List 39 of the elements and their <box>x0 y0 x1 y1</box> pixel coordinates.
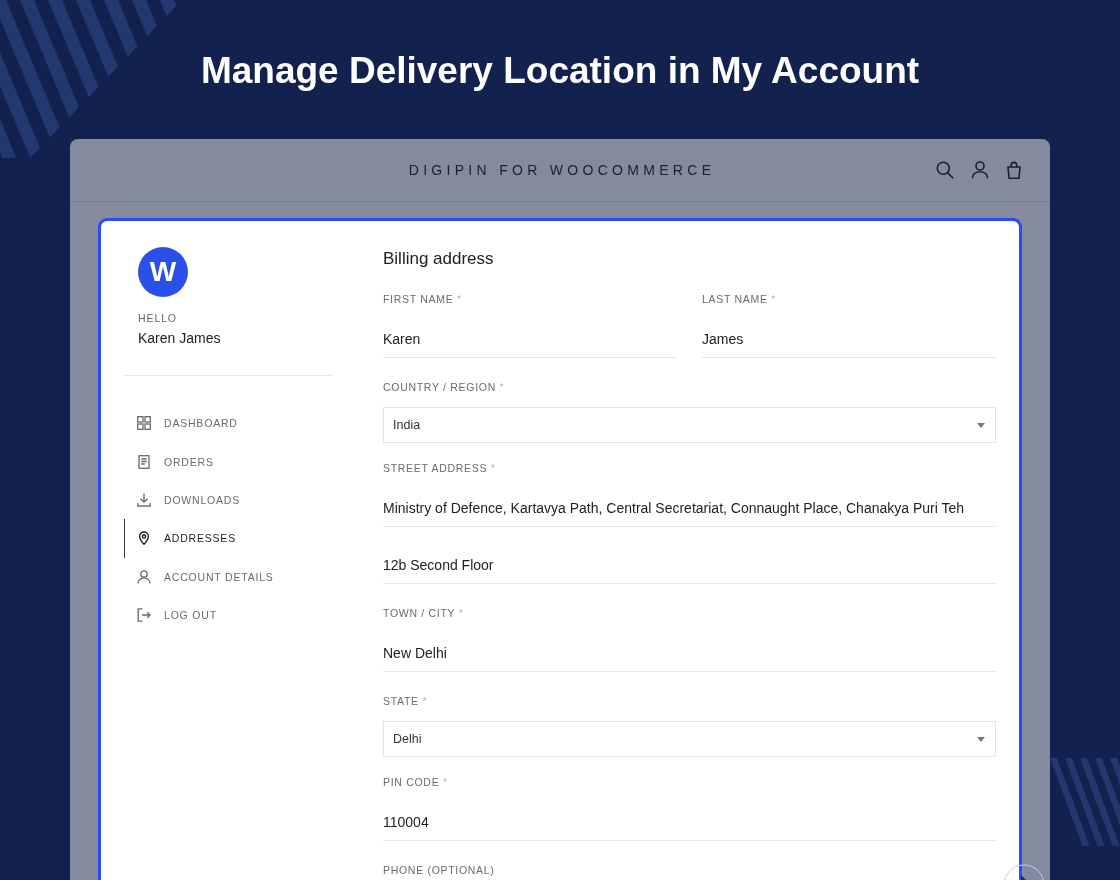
text-field[interactable]: New Delhi <box>383 634 996 672</box>
text-field[interactable]: 110004 <box>383 803 996 841</box>
location-pin-icon <box>137 531 151 546</box>
user-name: Karen James <box>138 329 221 347</box>
nav-item[interactable]: DASHBOARD <box>124 404 333 443</box>
field-label: PHONE (OPTIONAL) <box>383 863 496 877</box>
user-icon[interactable] <box>971 161 989 179</box>
logo-avatar: W <box>138 247 188 297</box>
dropdown-field[interactable]: Delhi <box>383 721 996 757</box>
dropdown-field[interactable]: India <box>383 407 996 443</box>
field-label: FIRST NAME * <box>383 292 463 306</box>
page-heading: Manage Delivery Location in My Account <box>200 50 920 91</box>
text-field[interactable]: 12b Second Floor <box>383 546 996 584</box>
site-title[interactable]: DIGIPIN FOR WOOCOMMERCE <box>404 162 716 178</box>
caret-icon <box>977 736 985 742</box>
text-field[interactable]: Ministry of Defence, Kartavya Path, Central Secretariat, Connaught Place, Chanakya Puri Teh <box>383 489 996 527</box>
search-icon[interactable] <box>936 161 954 179</box>
nav-item[interactable]: DOWNLOADS <box>124 480 333 520</box>
logout-icon <box>137 608 151 623</box>
field-label: LAST NAME * <box>702 292 778 306</box>
text-field[interactable]: James <box>702 320 996 358</box>
user-icon <box>137 569 151 584</box>
nav-item[interactable]: ORDERS <box>124 442 333 481</box>
text-field[interactable]: Karen <box>383 320 677 358</box>
grid-icon <box>137 416 151 431</box>
field-label: STATE * <box>383 694 429 708</box>
section-title: Billing address <box>383 248 495 270</box>
field-label: TOWN / CITY * <box>383 606 465 620</box>
nav-item[interactable]: ACCOUNT DETAILS <box>124 557 333 596</box>
document-icon <box>137 454 151 469</box>
nav-item[interactable]: ADDRESSES <box>124 519 333 558</box>
greeting-text: HELLO <box>138 311 177 325</box>
caret-icon <box>977 422 985 428</box>
field-label: STREET ADDRESS * <box>383 461 497 475</box>
download-icon <box>137 492 151 507</box>
bag-icon[interactable] <box>1006 161 1022 179</box>
nav-item[interactable]: LOG OUT <box>124 595 333 635</box>
field-label: COUNTRY / REGION * <box>383 380 506 394</box>
field-label: PIN CODE * <box>383 775 449 789</box>
